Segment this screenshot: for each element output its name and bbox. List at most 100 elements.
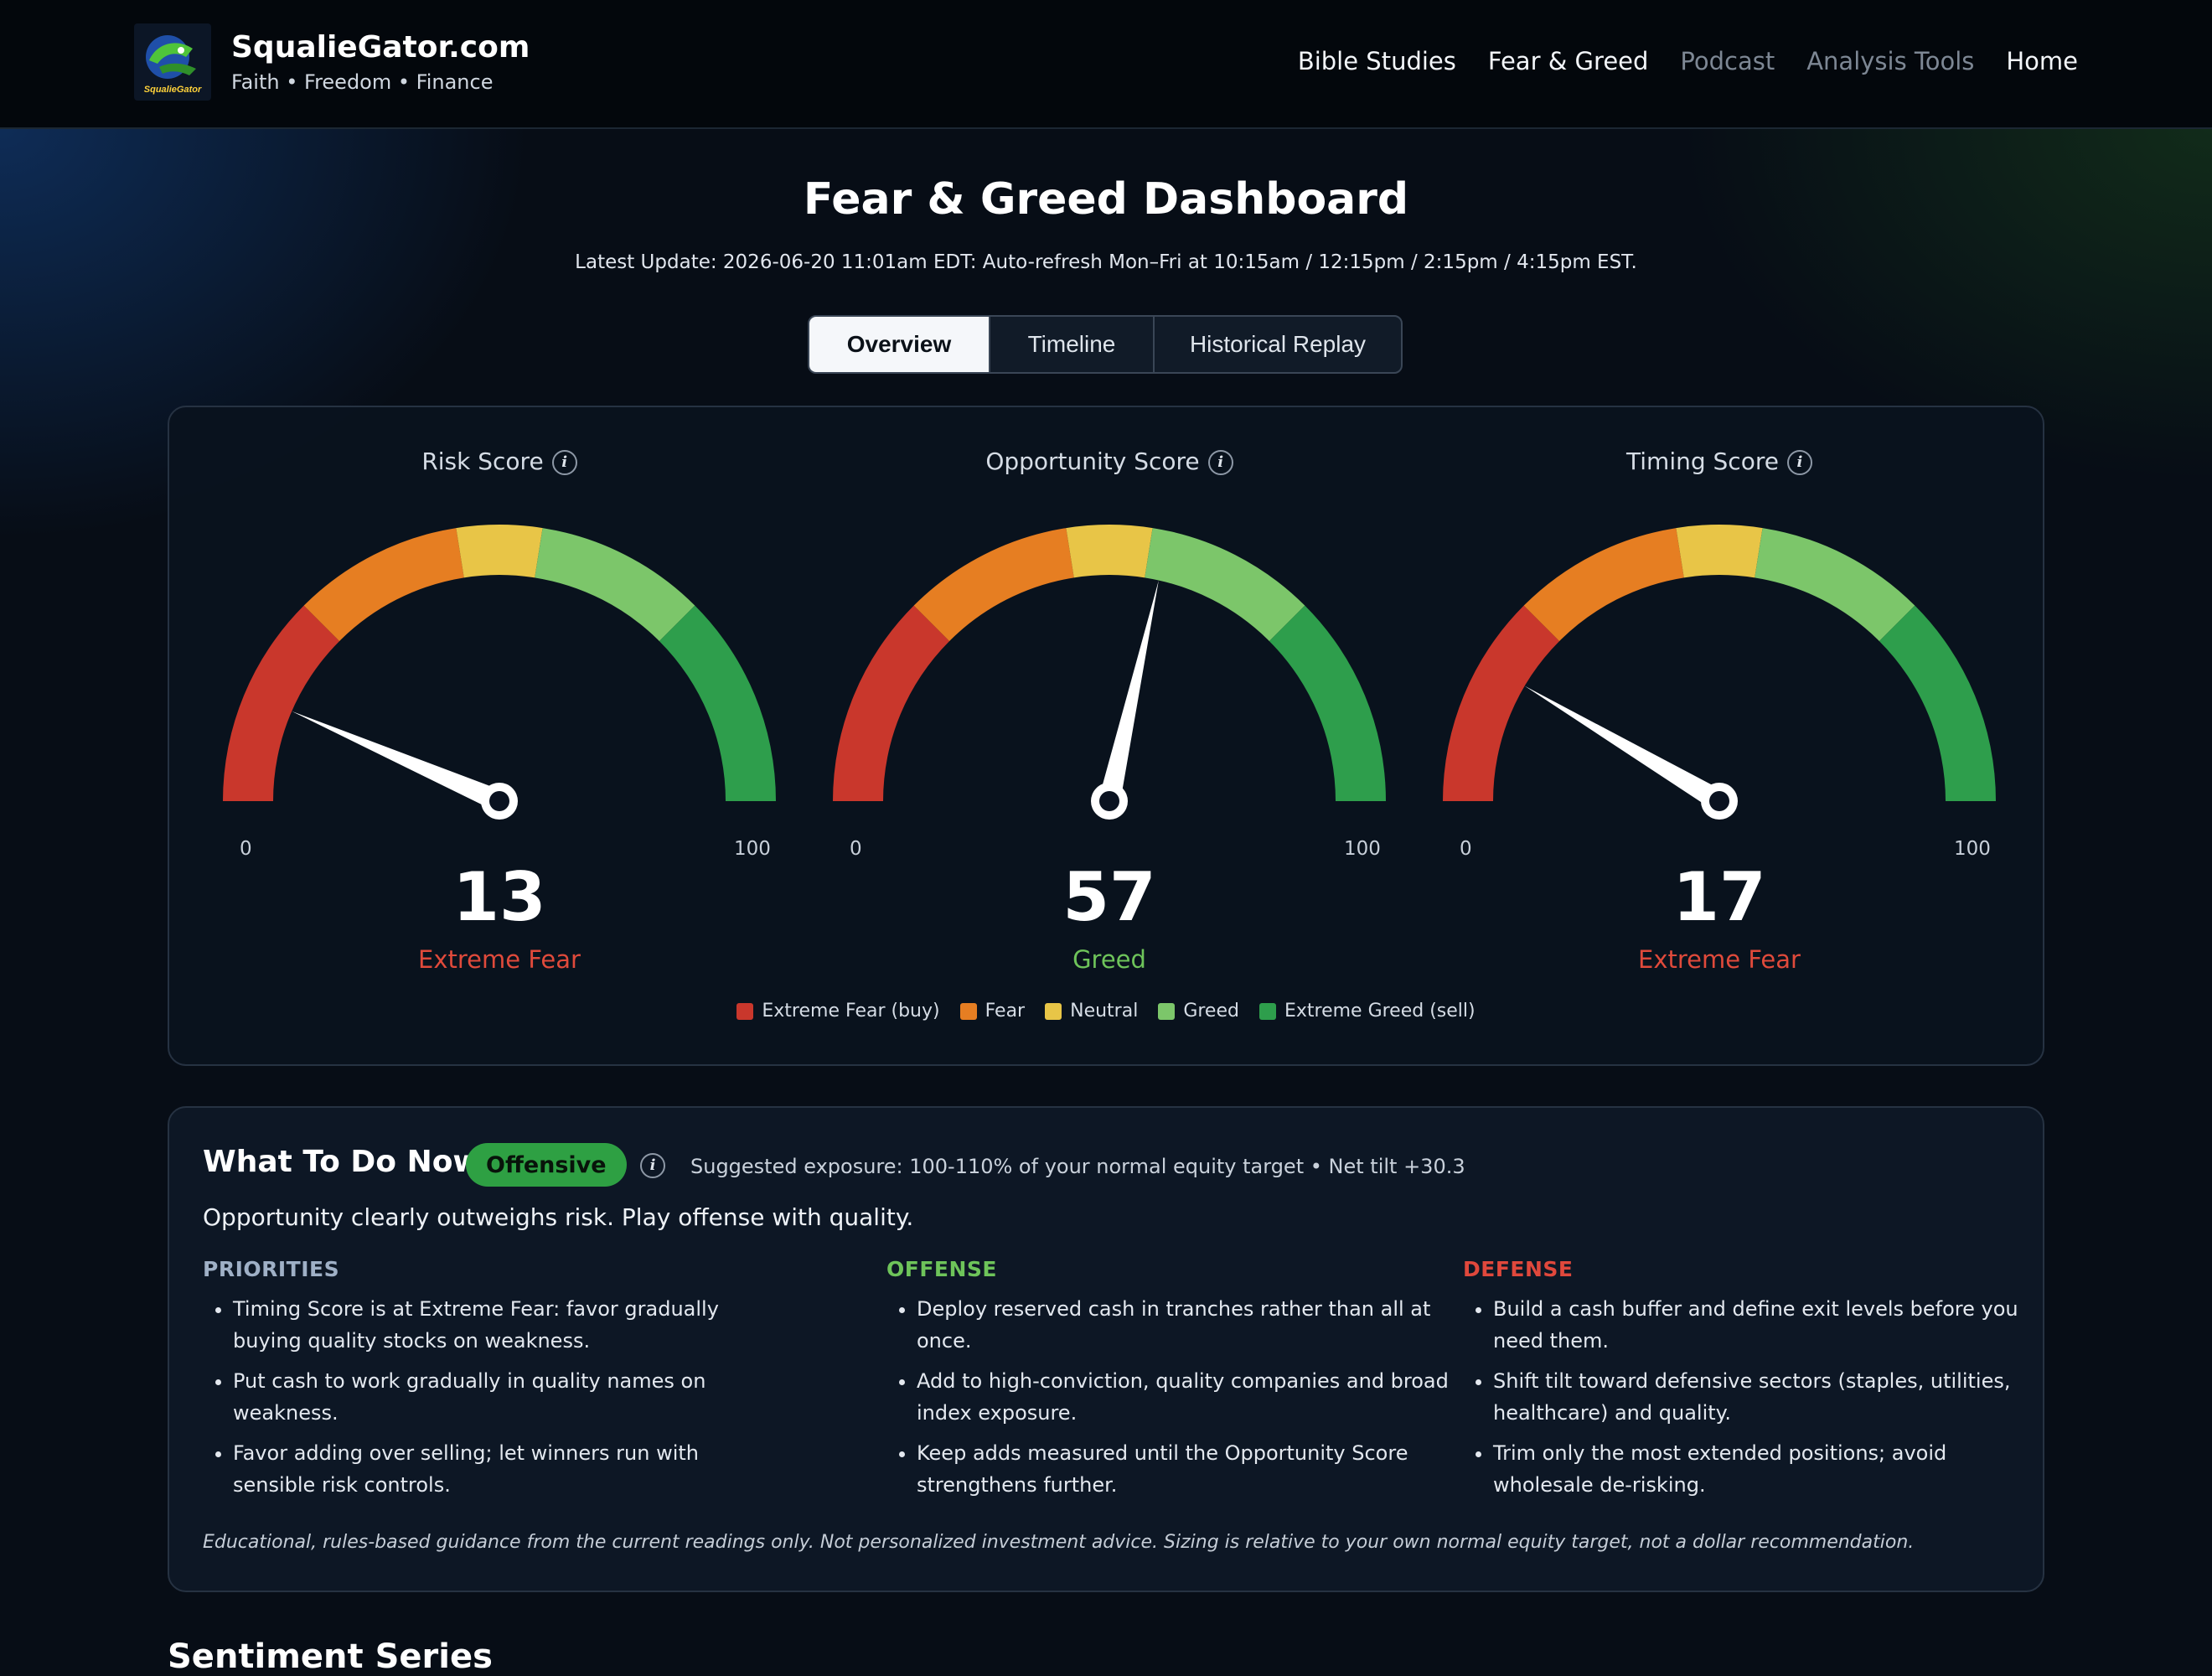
- gauge-max-label: 100: [734, 838, 771, 860]
- risk-score-gauge: Risk Score i 0 100 13 Extreme Fear: [206, 407, 793, 994]
- gauge-zone-1: [303, 528, 464, 642]
- gauge-sentiment-label: Greed: [1072, 945, 1146, 974]
- gauge-needle: [1524, 685, 1725, 811]
- list-item: Keep adds measured until the Opportunity…: [917, 1437, 1465, 1501]
- gauge-zone-3: [1145, 528, 1305, 642]
- info-icon[interactable]: i: [551, 450, 577, 475]
- list-item: Build a cash buffer and define exit leve…: [1493, 1293, 2041, 1357]
- list-item: Favor adding over selling; let winners r…: [233, 1437, 781, 1501]
- site-logo[interactable]: SqualieGator: [134, 23, 211, 101]
- brand-name[interactable]: SqualieGator.com: [231, 30, 530, 65]
- gauge-dial: [833, 525, 1386, 820]
- gauge-title: Opportunity Score i: [816, 447, 1403, 475]
- gauge-needle: [292, 711, 504, 811]
- gauge-zone-0: [833, 605, 950, 801]
- column-list: Timing Score is at Extreme Fear: favor g…: [203, 1293, 781, 1501]
- gauge-needle: [1098, 580, 1159, 804]
- gauge-zone-1: [1523, 528, 1684, 642]
- legend-label: Extreme Greed (sell): [1284, 1001, 1476, 1022]
- what-to-do-now-card: What To Do Now Offensive i Suggested exp…: [168, 1106, 2044, 1592]
- gauge-legend: Extreme Fear (buy) Fear Neutral Greed Extrem…: [169, 1001, 2043, 1022]
- gauge-sentiment-label: Extreme Fear: [1638, 945, 1801, 974]
- list-item: Put cash to work gradually in quality na…: [233, 1365, 781, 1429]
- gauge-hub-center: [489, 791, 509, 811]
- gauge-hub-center: [1099, 791, 1119, 811]
- column-heading: OFFENSE: [886, 1257, 997, 1281]
- list-item: Add to high-conviction, quality companie…: [917, 1365, 1465, 1429]
- brand-tagline: Faith • Freedom • Finance: [231, 70, 494, 94]
- list-item: Deploy reserved cash in tranches rather …: [917, 1293, 1465, 1357]
- gauge-dial: [1443, 525, 1996, 820]
- timing-score-gauge: Timing Score i 0 100 17 Extreme Fear: [1426, 407, 2013, 994]
- suggested-exposure-text: Suggested exposure: 100-110% of your nor…: [690, 1155, 1465, 1178]
- gauge-min-label: 0: [850, 838, 862, 860]
- legend-item: Neutral: [1045, 1001, 1138, 1022]
- legend-item: Extreme Fear (buy): [736, 1001, 940, 1022]
- legend-swatch: [736, 1002, 754, 1020]
- opportunity-score-gauge: Opportunity Score i 0 100 57 Greed: [816, 407, 1403, 994]
- stance-badge: Offensive: [466, 1143, 627, 1187]
- gauge-title: Timing Score i: [1426, 447, 2013, 475]
- nav-link-home[interactable]: Home: [2006, 47, 2078, 75]
- legend-label: Greed: [1183, 1001, 1239, 1022]
- gauge-zone-4: [659, 605, 776, 801]
- info-icon[interactable]: i: [1786, 450, 1812, 475]
- action-summary: Opportunity clearly outweighs risk. Play…: [203, 1203, 914, 1231]
- gauges-card: Risk Score i 0 100 13 Extreme Fear Opport…: [168, 406, 2044, 1066]
- gauge-zone-4: [1269, 605, 1386, 801]
- legend-item: Greed: [1158, 1001, 1239, 1022]
- latest-update-text: Latest Update: 2026-06-20 11:01am EDT: A…: [575, 251, 1637, 273]
- gauge-min-label: 0: [1460, 838, 1472, 860]
- nav-link-bible-studies[interactable]: Bible Studies: [1298, 47, 1456, 75]
- gauge-title: Risk Score i: [206, 447, 793, 475]
- main-nav: Bible Studies Fear & Greed Podcast Analysis…: [1298, 47, 2078, 75]
- page-title: Fear & Greed Dashboard: [803, 174, 1409, 225]
- tab-historical-replay[interactable]: Historical Replay: [1155, 317, 1401, 372]
- gauge-zone-2: [1066, 525, 1153, 578]
- nav-link-fear-greed[interactable]: Fear & Greed: [1488, 47, 1649, 75]
- legend-swatch: [1158, 1002, 1176, 1020]
- gauge-sentiment-label: Extreme Fear: [418, 945, 581, 974]
- legend-swatch: [1258, 1002, 1276, 1020]
- top-navigation-bar: SqualieGator SqualieGator.com Faith • Fr…: [0, 0, 2212, 129]
- nav-link-podcast[interactable]: Podcast: [1680, 47, 1775, 75]
- gauge-hub-center: [1709, 791, 1729, 811]
- priorities-column: PRIORITIES Timing Score is at Extreme Fea…: [203, 1257, 781, 1509]
- defense-column: DEFENSE Build a cash buffer and define ex…: [1463, 1257, 2041, 1509]
- next-section-heading: Sentiment Series: [168, 1637, 493, 1676]
- info-icon[interactable]: i: [1207, 450, 1233, 475]
- legend-swatch: [1045, 1002, 1062, 1020]
- gauge-zone-4: [1879, 605, 1996, 801]
- tab-overview[interactable]: Overview: [809, 317, 990, 372]
- gauge-zone-3: [535, 528, 695, 642]
- gauge-min-label: 0: [240, 838, 252, 860]
- legend-label: Extreme Fear (buy): [762, 1001, 940, 1022]
- legend-label: Neutral: [1070, 1001, 1139, 1022]
- gauge-value: 57: [1062, 858, 1156, 936]
- gauge-zone-0: [223, 605, 340, 801]
- column-heading: PRIORITIES: [203, 1257, 340, 1281]
- gauge-zone-3: [1755, 528, 1915, 642]
- column-list: Deploy reserved cash in tranches rather …: [886, 1293, 1465, 1501]
- gauge-value: 13: [452, 858, 546, 936]
- gauge-max-label: 100: [1344, 838, 1381, 860]
- tab-timeline[interactable]: Timeline: [990, 317, 1155, 372]
- legend-swatch: [959, 1002, 977, 1020]
- svg-text:SqualieGator: SqualieGator: [144, 85, 202, 95]
- column-heading: DEFENSE: [1463, 1257, 1574, 1281]
- info-icon[interactable]: i: [640, 1153, 665, 1178]
- gauge-value: 17: [1672, 858, 1766, 936]
- gauge-max-label: 100: [1954, 838, 1991, 860]
- gauge-zone-2: [456, 525, 543, 578]
- legend-item: Fear: [959, 1001, 1026, 1022]
- gauge-dial: [223, 525, 776, 820]
- list-item: Shift tilt toward defensive sectors (sta…: [1493, 1365, 2041, 1429]
- gauge-zone-1: [913, 528, 1074, 642]
- view-tabs: Overview Timeline Historical Replay: [808, 315, 1403, 374]
- gauge-zone-2: [1676, 525, 1763, 578]
- what-to-do-now-title: What To Do Now: [203, 1145, 481, 1179]
- nav-link-analysis-tools[interactable]: Analysis Tools: [1806, 47, 1974, 75]
- offense-column: OFFENSE Deploy reserved cash in tranches …: [886, 1257, 1465, 1509]
- legend-item: Extreme Greed (sell): [1258, 1001, 1476, 1022]
- legend-label: Fear: [985, 1001, 1026, 1022]
